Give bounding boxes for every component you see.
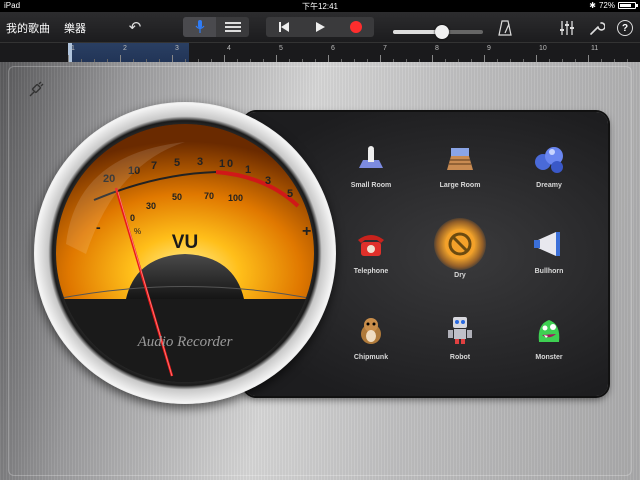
vu-percent-label: 50 [172,192,182,202]
robot-icon [438,308,482,352]
effect-label: Chipmunk [353,354,389,361]
battery-percent: 72% [598,1,615,10]
ruler-bar-number: 9 [487,45,491,52]
ruler-bar-number: 3 [175,45,179,52]
effect-preset-bullhorn[interactable]: Bullhorn [514,222,584,275]
vu-percent-label: 70 [204,191,214,201]
bluetooth-icon: ✱ [589,1,596,10]
vu-plus-sign: + [302,223,311,240]
effect-preset-monster[interactable]: Monster [514,308,584,361]
metronome-icon[interactable] [496,19,514,37]
ruler-bar-number: 10 [539,45,547,52]
effect-label: Bullhorn [534,268,564,275]
input-settings-icon[interactable] [26,80,46,100]
vu-scale-label: 5 [174,157,180,169]
dreamy-icon [527,136,571,180]
microphone-icon[interactable] [183,17,216,37]
effect-label: Large Room [439,182,481,189]
timeline-ruler[interactable]: 1 2 3 4 5 6 7 8 9 10 11 [0,42,640,63]
audio-recorder-panel: Small Room Large Room Dreamy Telephone Dry Bu… [0,62,640,480]
status-right: ✱ 72% [589,1,638,10]
ruler-bar-number: 11 [591,45,599,52]
small-room-icon [349,136,393,180]
brand-label: Audio Recorder [137,334,233,350]
play-icon[interactable] [302,17,338,37]
vu-scale-label: 0 [227,158,233,170]
view-toggle [183,17,249,37]
large-room-icon [438,136,482,180]
ruler-bar-number: 6 [331,45,335,52]
vu-percent-sign: % [134,227,141,236]
help-button[interactable]: ? [616,19,634,37]
transport-controls [266,17,374,37]
status-time: 下午12:41 [301,2,339,11]
volume-knob[interactable] [435,25,449,39]
vu-meter-face: 20 10 7 5 3 1 0 1 3 5 0 30 50 70 100 % -… [56,124,314,382]
ruler-bar-number: 7 [383,45,387,52]
bullhorn-icon [527,222,571,266]
telephone-icon [349,222,393,266]
vu-scale-label: 1 [219,158,225,170]
vu-meter: 20 10 7 5 3 1 0 1 3 5 0 30 50 70 100 % -… [34,102,336,404]
undo-icon[interactable]: ↶ [125,17,145,37]
ruler-bar-number: 2 [123,45,127,52]
vu-scale-label: 5 [287,188,293,200]
effect-preset-dry[interactable]: Dry [425,218,495,279]
ruler-bar-number: 1 [71,45,75,52]
effect-preset-robot[interactable]: Robot [425,308,495,361]
ruler-bar-number: 8 [435,45,439,52]
instruments-button[interactable]: 樂器 [64,20,86,36]
battery-icon [618,2,638,9]
vu-percent-label: 100 [228,193,243,203]
mixer-icon[interactable] [558,19,576,37]
record-icon[interactable] [338,17,374,37]
dry-icon [434,218,486,270]
help-icon: ? [617,20,633,36]
master-volume-slider[interactable] [393,25,483,39]
effect-label: Dry [454,272,466,279]
vu-scale-label: 3 [197,156,203,168]
rewind-icon[interactable] [266,17,302,37]
vu-scale-label: 7 [151,160,157,172]
effect-preset-large-room[interactable]: Large Room [425,136,495,189]
status-bar: iPad 下午12:41 ✱ 72% [0,0,640,12]
effect-label: Telephone [353,268,389,275]
effect-label: Dreamy [536,182,562,189]
my-songs-button[interactable]: 我的歌曲 [6,20,50,36]
effect-preset-small-room[interactable]: Small Room [336,136,406,189]
monster-icon [527,308,571,352]
vu-label: VU [172,232,198,253]
effect-preset-telephone[interactable]: Telephone [336,222,406,275]
effect-preset-chipmunk[interactable]: Chipmunk [336,308,406,361]
vu-scale-label: 3 [265,175,271,187]
tracks-view-icon[interactable] [216,17,249,37]
ruler-bar-number: 4 [227,45,231,52]
wrench-icon[interactable] [588,19,606,37]
ruler-bar-number: 5 [279,45,283,52]
chipmunk-icon [349,308,393,352]
effect-label: Monster [535,354,563,361]
vu-percent-label: 0 [130,213,135,223]
vu-scale-label: 1 [245,164,251,176]
effect-label: Small Room [350,182,392,189]
effect-preset-dreamy[interactable]: Dreamy [514,136,584,189]
ruler-loop-region [69,43,189,63]
toolbar: 我的歌曲 樂器 ↶ ? [0,12,640,42]
vu-percent-label: 30 [146,201,156,211]
effect-label: Robot [449,354,471,361]
